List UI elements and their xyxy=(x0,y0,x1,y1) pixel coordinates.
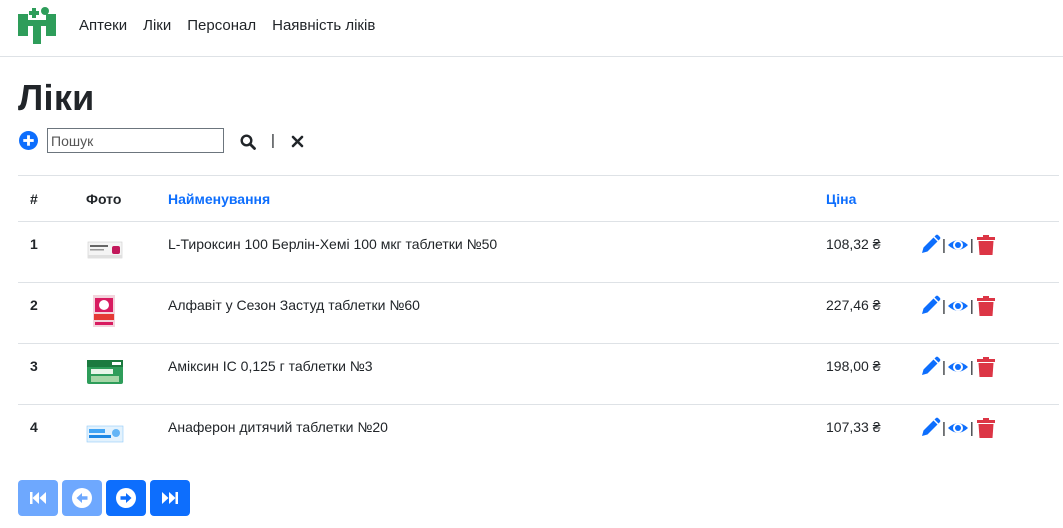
medicine-name: Анаферон дитячий таблетки №20 xyxy=(168,419,388,435)
action-separator: | xyxy=(942,297,946,315)
last-page-button[interactable] xyxy=(150,480,190,516)
view-eye-icon[interactable] xyxy=(947,234,969,256)
row-number: 3 xyxy=(30,358,38,374)
last-page-icon xyxy=(162,492,178,504)
previous-page-button[interactable] xyxy=(62,480,102,516)
red-box-photo xyxy=(93,295,115,327)
action-separator: | xyxy=(969,297,974,315)
navbar: Аптеки Ліки Персонал Наявність ліків xyxy=(0,0,1063,57)
clear-search-icon[interactable] xyxy=(291,135,304,148)
row-actions: | | xyxy=(919,356,997,378)
delete-trash-icon[interactable] xyxy=(975,295,997,317)
search-separator: | xyxy=(271,132,275,149)
medicine-price: 227,46 ₴ xyxy=(826,297,881,313)
medicine-price: 108,32 ₴ xyxy=(826,236,881,252)
medicine-name: Алфавіт у Сезон Застуд таблетки №60 xyxy=(168,297,420,313)
nav-link-pharmacies[interactable]: Аптеки xyxy=(79,17,127,34)
blue-box-photo xyxy=(86,425,124,443)
first-page-icon xyxy=(30,492,46,504)
header-num: # xyxy=(30,191,38,207)
medicine-name: L-Тироксин 100 Берлін-Хемі 100 мкг табле… xyxy=(168,236,498,252)
medicine-price: 107,33 ₴ xyxy=(826,419,881,435)
first-page-button[interactable] xyxy=(18,480,58,516)
nav-link-availability[interactable]: Наявність ліків xyxy=(272,17,375,34)
table-row: 4 Анаферон дитячий таблетки №20 107,33 ₴… xyxy=(18,405,1059,466)
delete-trash-icon[interactable] xyxy=(975,234,997,256)
edit-pencil-icon[interactable] xyxy=(919,295,941,317)
sort-by-price-link[interactable]: Ціна xyxy=(826,191,856,207)
table-row: 3 Аміксин ІС 0,125 г таблетки №3 198,00 … xyxy=(18,344,1059,405)
row-actions: | | xyxy=(919,295,997,317)
add-medicine-button[interactable] xyxy=(19,131,38,150)
nav-link-medicines[interactable]: Ліки xyxy=(143,17,171,34)
search-icon[interactable] xyxy=(240,134,256,150)
medicine-name: Аміксин ІС 0,125 г таблетки №3 xyxy=(168,358,373,374)
next-page-icon xyxy=(116,488,136,508)
nav-link-staff[interactable]: Персонал xyxy=(187,17,256,34)
pagination xyxy=(18,480,194,516)
search-input[interactable] xyxy=(47,128,224,153)
action-separator: | xyxy=(942,419,946,437)
green-box-photo xyxy=(87,360,123,384)
action-separator: | xyxy=(942,236,946,254)
action-separator: | xyxy=(969,419,974,437)
table-row: 2 Алфавіт у Сезон Застуд таблетки №60 22… xyxy=(18,283,1059,344)
row-number: 4 xyxy=(30,419,38,435)
sort-by-name-link[interactable]: Найменування xyxy=(168,191,270,207)
row-actions: | | xyxy=(919,234,997,256)
medicine-price: 198,00 ₴ xyxy=(826,358,881,374)
view-eye-icon[interactable] xyxy=(947,356,969,378)
page-title: Ліки xyxy=(18,77,95,118)
medicines-table: # Фото Найменування Ціна 1 L-Тироксин 10… xyxy=(18,175,1059,466)
pharmacy-logo-icon[interactable] xyxy=(18,6,56,44)
nav-links: Аптеки Ліки Персонал Наявність ліків xyxy=(79,17,391,34)
view-eye-icon[interactable] xyxy=(947,417,969,439)
delete-trash-icon[interactable] xyxy=(975,356,997,378)
edit-pencil-icon[interactable] xyxy=(919,234,941,256)
delete-trash-icon[interactable] xyxy=(975,417,997,439)
table-header: # Фото Найменування Ціна xyxy=(18,175,1059,222)
next-page-button[interactable] xyxy=(106,480,146,516)
previous-page-icon xyxy=(72,488,92,508)
action-separator: | xyxy=(942,358,946,376)
row-actions: | | xyxy=(919,417,997,439)
action-separator: | xyxy=(969,358,974,376)
header-photo: Фото xyxy=(86,191,122,207)
edit-pencil-icon[interactable] xyxy=(919,356,941,378)
edit-pencil-icon[interactable] xyxy=(919,417,941,439)
row-number: 1 xyxy=(30,236,38,252)
row-number: 2 xyxy=(30,297,38,313)
view-eye-icon[interactable] xyxy=(947,295,969,317)
white-box-photo xyxy=(87,241,123,259)
table-row: 1 L-Тироксин 100 Берлін-Хемі 100 мкг таб… xyxy=(18,222,1059,283)
action-separator: | xyxy=(969,236,974,254)
